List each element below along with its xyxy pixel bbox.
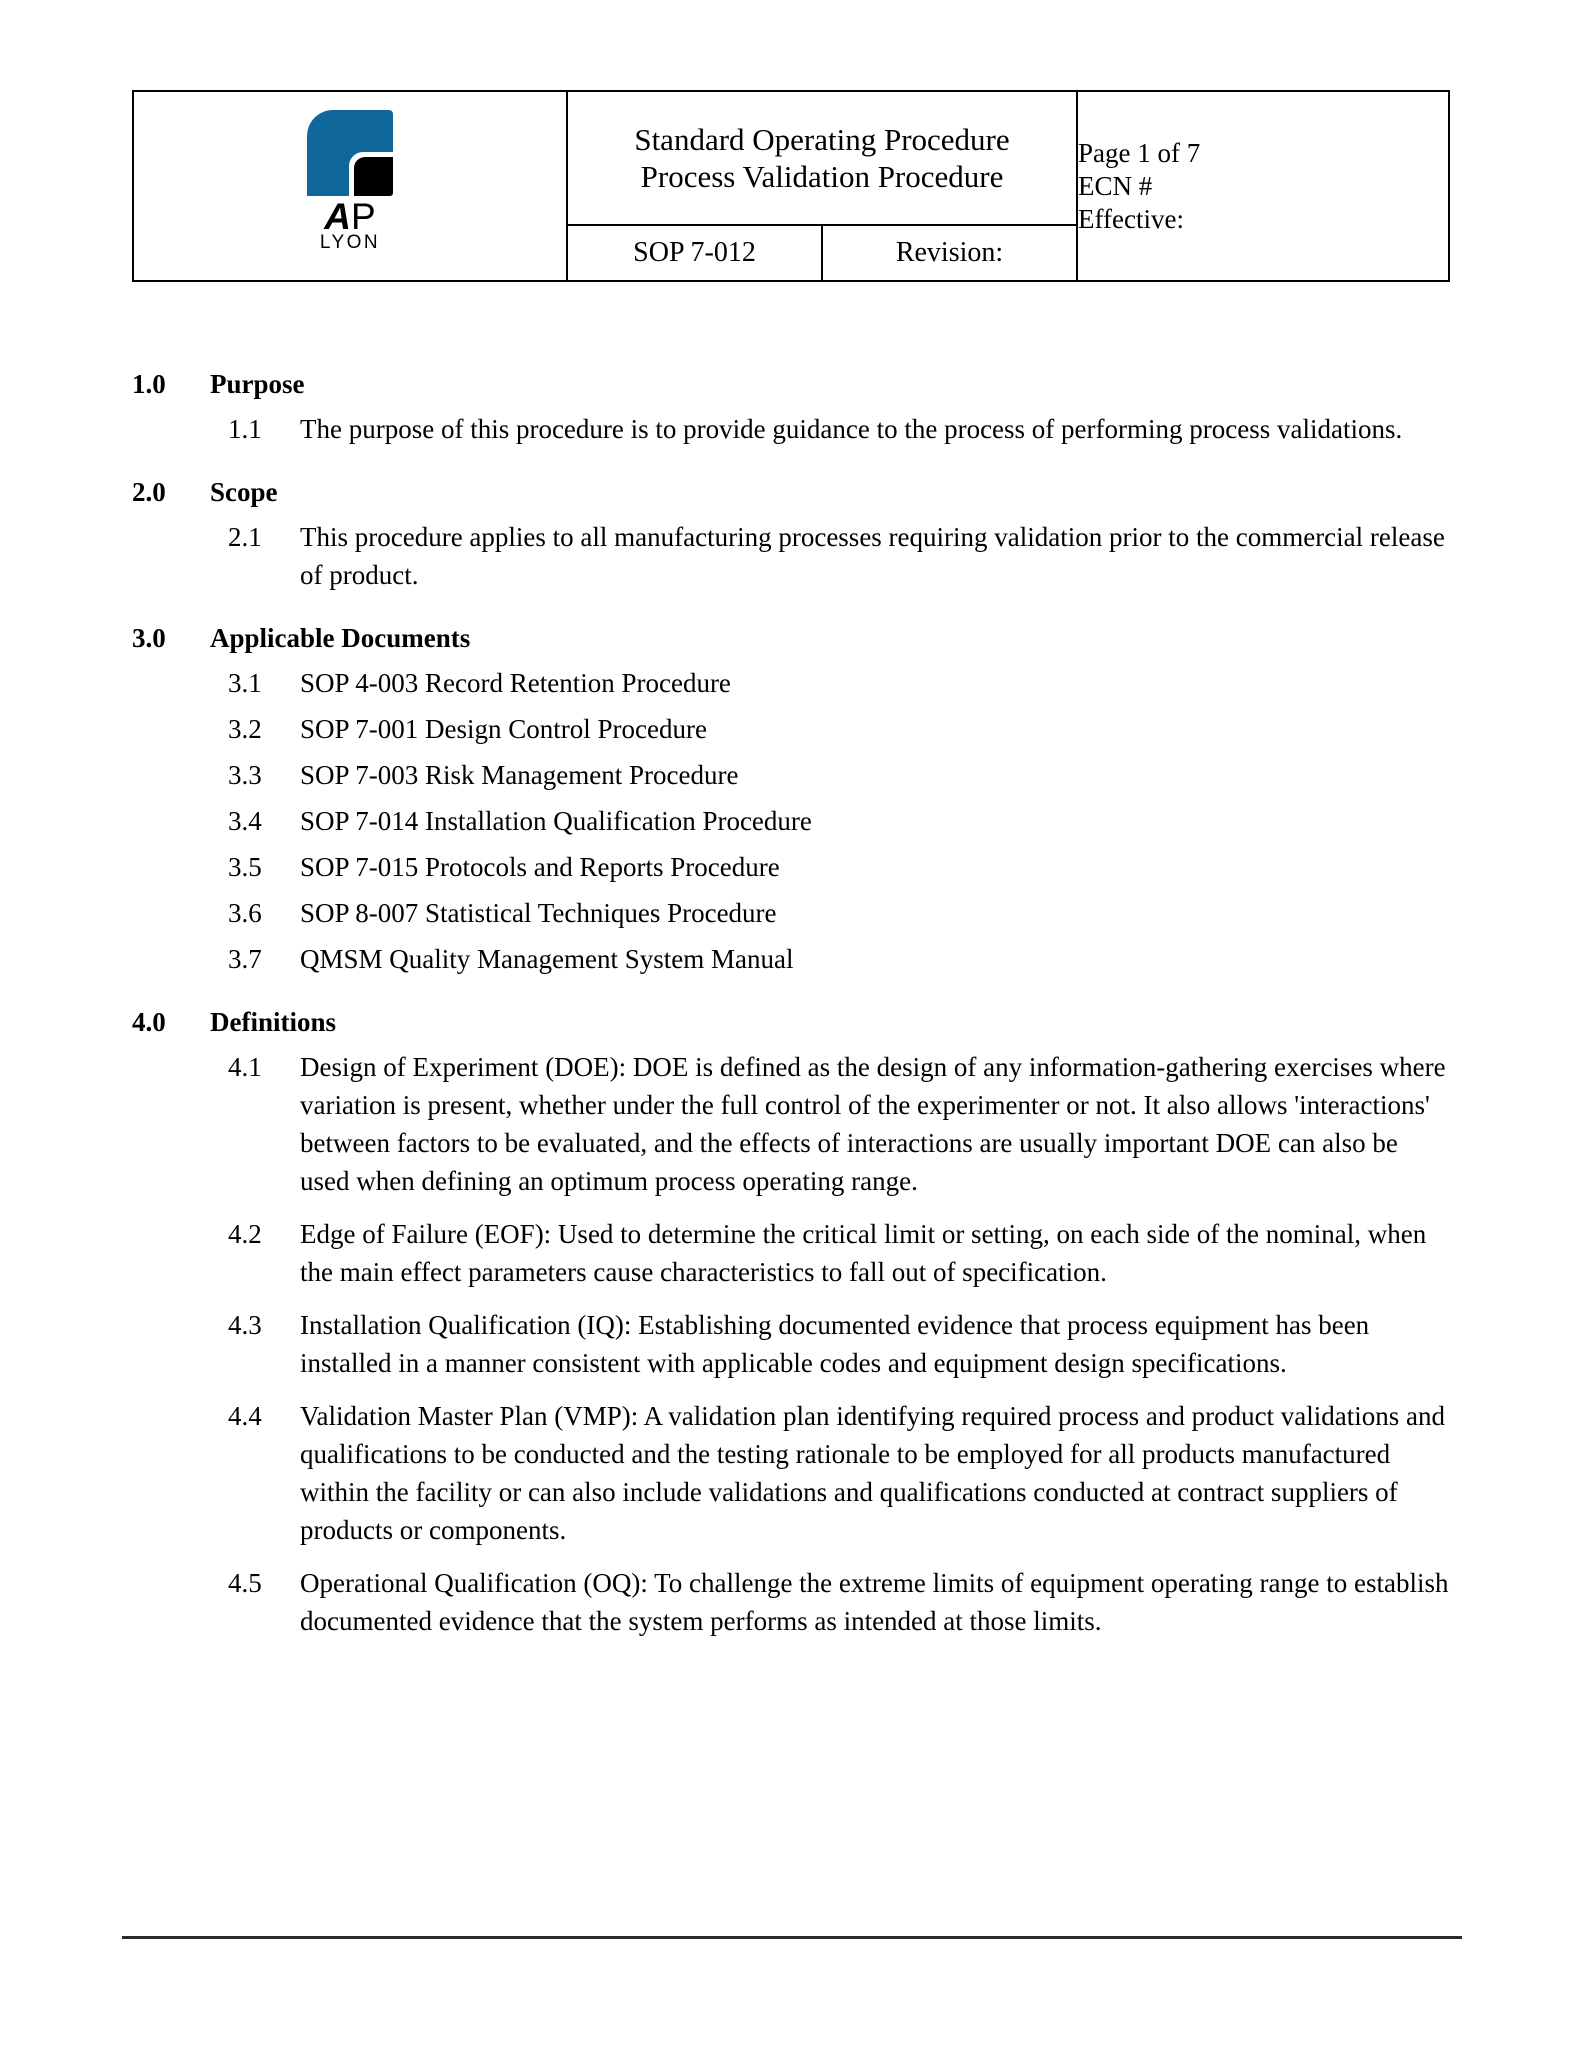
- document-body: 1.0 Purpose 1.1 The purpose of this procedu…: [132, 340, 1452, 1655]
- effective-date-text: Effective:: [1078, 203, 1184, 234]
- section-number: 2.0: [132, 477, 166, 507]
- section-heading: 3.0 Applicable Documents: [132, 622, 1452, 654]
- clause-text: Validation Master Plan (VMP): A validati…: [300, 1401, 1446, 1545]
- clause-number: 3.4: [228, 806, 262, 836]
- section-2-0: 2.0 Scope 2.1 This procedure applies to all…: [132, 476, 1452, 594]
- clause-text: QMSM Quality Management System Manual: [300, 944, 794, 974]
- clause-text: SOP 7-014 Installation Qualification Pro…: [300, 806, 812, 836]
- section-number: 1.0: [132, 369, 166, 399]
- ecn-text: ECN #: [1078, 170, 1153, 201]
- company-logo: AP LYON: [290, 110, 410, 253]
- clause-text: Edge of Failure (EOF): Used to determine…: [300, 1219, 1427, 1287]
- document-meta-cell: Page 1 of 7 ECN # Effective:: [1076, 90, 1450, 282]
- section-heading: 2.0 Scope: [132, 476, 1452, 508]
- clause-text: SOP 4-003 Record Retention Procedure: [300, 668, 731, 698]
- clause-number: 3.6: [228, 898, 262, 928]
- clause-text: SOP 7-001 Design Control Procedure: [300, 714, 707, 744]
- section-heading: 1.0 Purpose: [132, 368, 1452, 400]
- clause-item: 4.1 Design of Experiment (DOE): DOE is de…: [132, 1048, 1452, 1200]
- clause-item: 4.5 Operational Qualification (OQ): To ch…: [132, 1564, 1452, 1640]
- logo-brand-a: A: [324, 196, 352, 237]
- clause-number: 4.1: [228, 1052, 262, 1082]
- document-title-line-2: Process Validation Procedure: [640, 159, 1004, 194]
- section-4-0: 4.0 Definitions 4.1 Design of Experiment (D…: [132, 1006, 1452, 1640]
- document-title-line-1: Standard Operating Procedure: [634, 122, 1010, 157]
- clause-text: Operational Qualification (OQ): To chall…: [300, 1568, 1449, 1636]
- clause-number: 4.2: [228, 1219, 262, 1249]
- section-title: Definitions: [210, 1007, 337, 1037]
- logo-brand-p: P: [351, 196, 376, 237]
- clause-text: Installation Qualification (IQ): Establi…: [300, 1310, 1370, 1378]
- section-title: Purpose: [210, 369, 305, 399]
- section-3-0: 3.0 Applicable Documents 3.1 SOP 4-003 Reco…: [132, 622, 1452, 978]
- clause-text: SOP 7-003 Risk Management Procedure: [300, 760, 739, 790]
- clause-number: 2.1: [228, 522, 262, 552]
- clause-item: 3.3 SOP 7-003 Risk Management Procedure: [132, 756, 1452, 794]
- clause-number: 3.1: [228, 668, 262, 698]
- clause-text: SOP 8-007 Statistical Techniques Procedu…: [300, 898, 777, 928]
- logo-cell: AP LYON: [132, 90, 568, 282]
- clause-item: 3.6 SOP 8-007 Statistical Techniques Proc…: [132, 894, 1452, 932]
- clause-item: 1.1 The purpose of this procedure is to p…: [132, 410, 1452, 448]
- document-page: AP LYON Standard Operating Procedure Pro…: [0, 0, 1583, 2048]
- clause-text: Design of Experiment (DOE): DOE is defin…: [300, 1052, 1446, 1196]
- page-number-text: Page 1 of 7: [1078, 137, 1201, 168]
- document-header-table: AP LYON Standard Operating Procedure Pro…: [132, 90, 1450, 282]
- section-number: 4.0: [132, 1007, 166, 1037]
- logo-brand-sub: LYON: [319, 232, 381, 253]
- clause-item: 3.4 SOP 7-014 Installation Qualification …: [132, 802, 1452, 840]
- clause-number: 3.7: [228, 944, 262, 974]
- section-number: 3.0: [132, 623, 166, 653]
- logo-brand-text: AP: [290, 198, 410, 236]
- clause-item: 4.4 Validation Master Plan (VMP): A valid…: [132, 1397, 1452, 1549]
- clause-text: SOP 7-015 Protocols and Reports Procedur…: [300, 852, 780, 882]
- logo-black-square: [354, 157, 393, 196]
- ap-lyon-logo-mark-icon: [307, 110, 393, 196]
- clause-item: 4.2 Edge of Failure (EOF): Used to determ…: [132, 1215, 1452, 1291]
- clause-item: 3.5 SOP 7-015 Protocols and Reports Proce…: [132, 848, 1452, 886]
- section-1-0: 1.0 Purpose 1.1 The purpose of this procedu…: [132, 368, 1452, 448]
- section-heading: 4.0 Definitions: [132, 1006, 1452, 1038]
- clause-text: This procedure applies to all manufactur…: [300, 522, 1445, 590]
- sop-number-cell: SOP 7-012: [566, 224, 823, 282]
- revision-cell: Revision:: [821, 224, 1078, 282]
- clause-number: 4.5: [228, 1568, 262, 1598]
- clause-item: 2.1 This procedure applies to all manufac…: [132, 518, 1452, 594]
- clause-item: 3.7 QMSM Quality Management System Manual: [132, 940, 1452, 978]
- section-title: Applicable Documents: [210, 623, 471, 653]
- clause-number: 4.3: [228, 1310, 262, 1340]
- clause-text: The purpose of this procedure is to prov…: [300, 414, 1403, 444]
- clause-number: 1.1: [228, 414, 262, 444]
- clause-number: 3.3: [228, 760, 262, 790]
- clause-item: 3.2 SOP 7-001 Design Control Procedure: [132, 710, 1452, 748]
- clause-number: 4.4: [228, 1401, 262, 1431]
- clause-item: 4.3 Installation Qualification (IQ): Esta…: [132, 1306, 1452, 1382]
- clause-number: 3.2: [228, 714, 262, 744]
- section-title: Scope: [210, 477, 278, 507]
- clause-item: 3.1 SOP 4-003 Record Retention Procedure: [132, 664, 1452, 702]
- document-title-cell: Standard Operating Procedure Process Val…: [566, 90, 1078, 226]
- clause-number: 3.5: [228, 852, 262, 882]
- footer-divider: [122, 1936, 1462, 1939]
